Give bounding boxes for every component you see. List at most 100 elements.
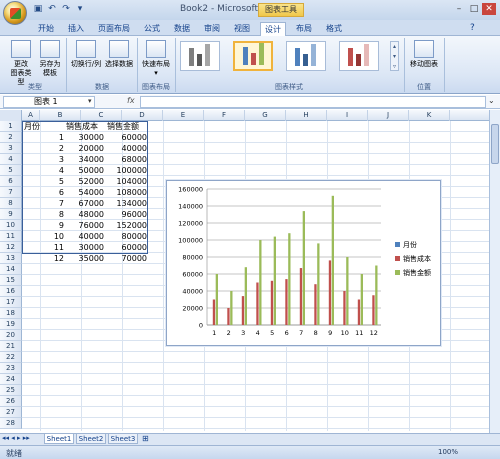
close-button[interactable]: ✕ bbox=[482, 3, 496, 15]
row-header-12[interactable]: 12 bbox=[0, 242, 22, 253]
column-header-i[interactable]: I bbox=[327, 110, 368, 121]
x-tick-label: 3 bbox=[241, 329, 245, 337]
redo-icon[interactable]: ↷ bbox=[60, 4, 72, 15]
column-header-j[interactable]: J bbox=[368, 110, 409, 121]
bar-3-8 bbox=[317, 243, 320, 325]
row-header-27[interactable]: 27 bbox=[0, 407, 22, 418]
row-header-24[interactable]: 24 bbox=[0, 374, 22, 385]
name-box-dropdown-icon[interactable]: ▾ bbox=[88, 97, 92, 105]
row-header-23[interactable]: 23 bbox=[0, 363, 22, 374]
tab-review[interactable]: 审阅 bbox=[200, 22, 224, 36]
row-header-18[interactable]: 18 bbox=[0, 308, 22, 319]
table-cell[interactable]: 35000 bbox=[66, 253, 104, 264]
chart-style-4[interactable] bbox=[339, 41, 379, 71]
row-header-1[interactable]: 1 bbox=[0, 121, 22, 132]
switch-row-column-button[interactable]: 切换行/列 bbox=[69, 40, 103, 69]
expand-formula-icon[interactable]: ⌄ bbox=[488, 96, 495, 105]
chart-style-3[interactable] bbox=[286, 41, 326, 71]
row-header-25[interactable]: 25 bbox=[0, 385, 22, 396]
tab-home[interactable]: 开始 bbox=[34, 22, 58, 36]
row-header-11[interactable]: 11 bbox=[0, 231, 22, 242]
select-data-button[interactable]: 选择数据 bbox=[104, 40, 134, 69]
name-box[interactable]: 图表 1 bbox=[3, 96, 95, 108]
row-header-13[interactable]: 13 bbox=[0, 253, 22, 264]
row-header-10[interactable]: 10 bbox=[0, 220, 22, 231]
select-data-label: 选择数据 bbox=[105, 60, 133, 68]
row-header-3[interactable]: 3 bbox=[0, 143, 22, 154]
chart-svg: 0 20000 40000 60000 80000 100000 120000 140000 1… bbox=[178, 186, 431, 338]
row-header-17[interactable]: 17 bbox=[0, 297, 22, 308]
column-header-h[interactable]: H bbox=[286, 110, 327, 121]
group-separator bbox=[66, 38, 67, 92]
row-header-9[interactable]: 9 bbox=[0, 209, 22, 220]
column-header-a[interactable]: A bbox=[22, 110, 40, 121]
tab-view[interactable]: 视图 bbox=[230, 22, 254, 36]
chart-object[interactable]: 0 20000 40000 60000 80000 100000 120000 140000 1… bbox=[166, 180, 441, 346]
quick-layout-button[interactable]: 快速布局 ▾ bbox=[140, 40, 172, 78]
help-icon[interactable]: ? bbox=[470, 23, 475, 33]
sheet-tab-3[interactable]: Sheet3 bbox=[108, 434, 138, 444]
column-header-k[interactable]: K bbox=[409, 110, 450, 121]
tab-formulas[interactable]: 公式 bbox=[140, 22, 164, 36]
select-data-icon bbox=[109, 40, 129, 58]
minimize-button[interactable]: – bbox=[452, 3, 466, 15]
sheet-tab-1[interactable]: Sheet1 bbox=[44, 434, 74, 444]
quick-access-dropdown-icon[interactable]: ▾ bbox=[74, 4, 86, 15]
move-chart-button[interactable]: 移动图表 bbox=[408, 40, 440, 69]
select-all-corner[interactable] bbox=[0, 110, 22, 121]
chart-type-icon bbox=[11, 40, 31, 58]
row-header-4[interactable]: 4 bbox=[0, 154, 22, 165]
zoom-level[interactable]: 100% bbox=[438, 448, 458, 456]
bar-2-1 bbox=[212, 299, 216, 325]
table-cell[interactable]: 70000 bbox=[107, 253, 147, 264]
formula-input[interactable] bbox=[140, 96, 486, 108]
tab-layout[interactable]: 布局 bbox=[292, 22, 316, 36]
vertical-scrollbar[interactable] bbox=[489, 110, 500, 433]
office-button[interactable] bbox=[3, 1, 27, 25]
tab-insert[interactable]: 插入 bbox=[64, 22, 88, 36]
row-header-15[interactable]: 15 bbox=[0, 275, 22, 286]
column-header-d[interactable]: D bbox=[122, 110, 163, 121]
column-header-b[interactable]: B bbox=[40, 110, 81, 121]
row-header-5[interactable]: 5 bbox=[0, 165, 22, 176]
row-header-19[interactable]: 19 bbox=[0, 319, 22, 330]
row-header-2[interactable]: 2 bbox=[0, 132, 22, 143]
tab-format[interactable]: 格式 bbox=[322, 22, 346, 36]
sheet-tab-2[interactable]: Sheet2 bbox=[76, 434, 106, 444]
row-header-22[interactable]: 22 bbox=[0, 352, 22, 363]
row-header-8[interactable]: 8 bbox=[0, 198, 22, 209]
legend-swatch bbox=[395, 242, 400, 247]
row-header-14[interactable]: 14 bbox=[0, 264, 22, 275]
column-header-f[interactable]: F bbox=[204, 110, 245, 121]
tab-page-layout[interactable]: 页面布局 bbox=[96, 22, 132, 36]
chart-style-2[interactable] bbox=[233, 41, 273, 71]
save-as-template-button[interactable]: 另存为 模板 bbox=[37, 40, 63, 78]
column-header-g[interactable]: G bbox=[245, 110, 286, 121]
save-icon[interactable]: ▣ bbox=[32, 4, 44, 15]
insert-sheet-icon[interactable]: ⊞ bbox=[142, 434, 149, 443]
office-logo-icon bbox=[10, 8, 21, 19]
row-header-7[interactable]: 7 bbox=[0, 187, 22, 198]
row-header-26[interactable]: 26 bbox=[0, 396, 22, 407]
bar-2-4 bbox=[256, 282, 259, 325]
row-header-20[interactable]: 20 bbox=[0, 330, 22, 341]
scrollbar-thumb[interactable] bbox=[491, 124, 499, 164]
change-chart-type-button[interactable]: 更改 图表类型 bbox=[8, 40, 34, 87]
row-header-28[interactable]: 28 bbox=[0, 418, 22, 429]
row-header-16[interactable]: 16 bbox=[0, 286, 22, 297]
row-header-21[interactable]: 21 bbox=[0, 341, 22, 352]
fx-icon[interactable]: fx bbox=[127, 96, 135, 105]
column-header-e[interactable]: E bbox=[163, 110, 204, 121]
column-header-c[interactable]: C bbox=[81, 110, 122, 121]
undo-icon[interactable]: ↶ bbox=[46, 4, 58, 15]
sheet-nav-icon[interactable]: ◂◂ ◂ ▸ ▸▸ bbox=[2, 434, 30, 442]
row-header-6[interactable]: 6 bbox=[0, 176, 22, 187]
maximize-button[interactable]: □ bbox=[467, 3, 481, 15]
chart-style-1[interactable] bbox=[180, 41, 220, 71]
tab-data[interactable]: 数据 bbox=[170, 22, 194, 36]
legend-label: 销售金额 bbox=[403, 268, 431, 277]
chart-styles-scroll[interactable]: ▴ ▾ ▿ bbox=[390, 41, 399, 71]
table-cell[interactable]: 12 bbox=[22, 253, 64, 264]
tab-design[interactable]: 设计 bbox=[260, 22, 286, 37]
save-as-template-label: 另存为 模板 bbox=[39, 60, 61, 77]
